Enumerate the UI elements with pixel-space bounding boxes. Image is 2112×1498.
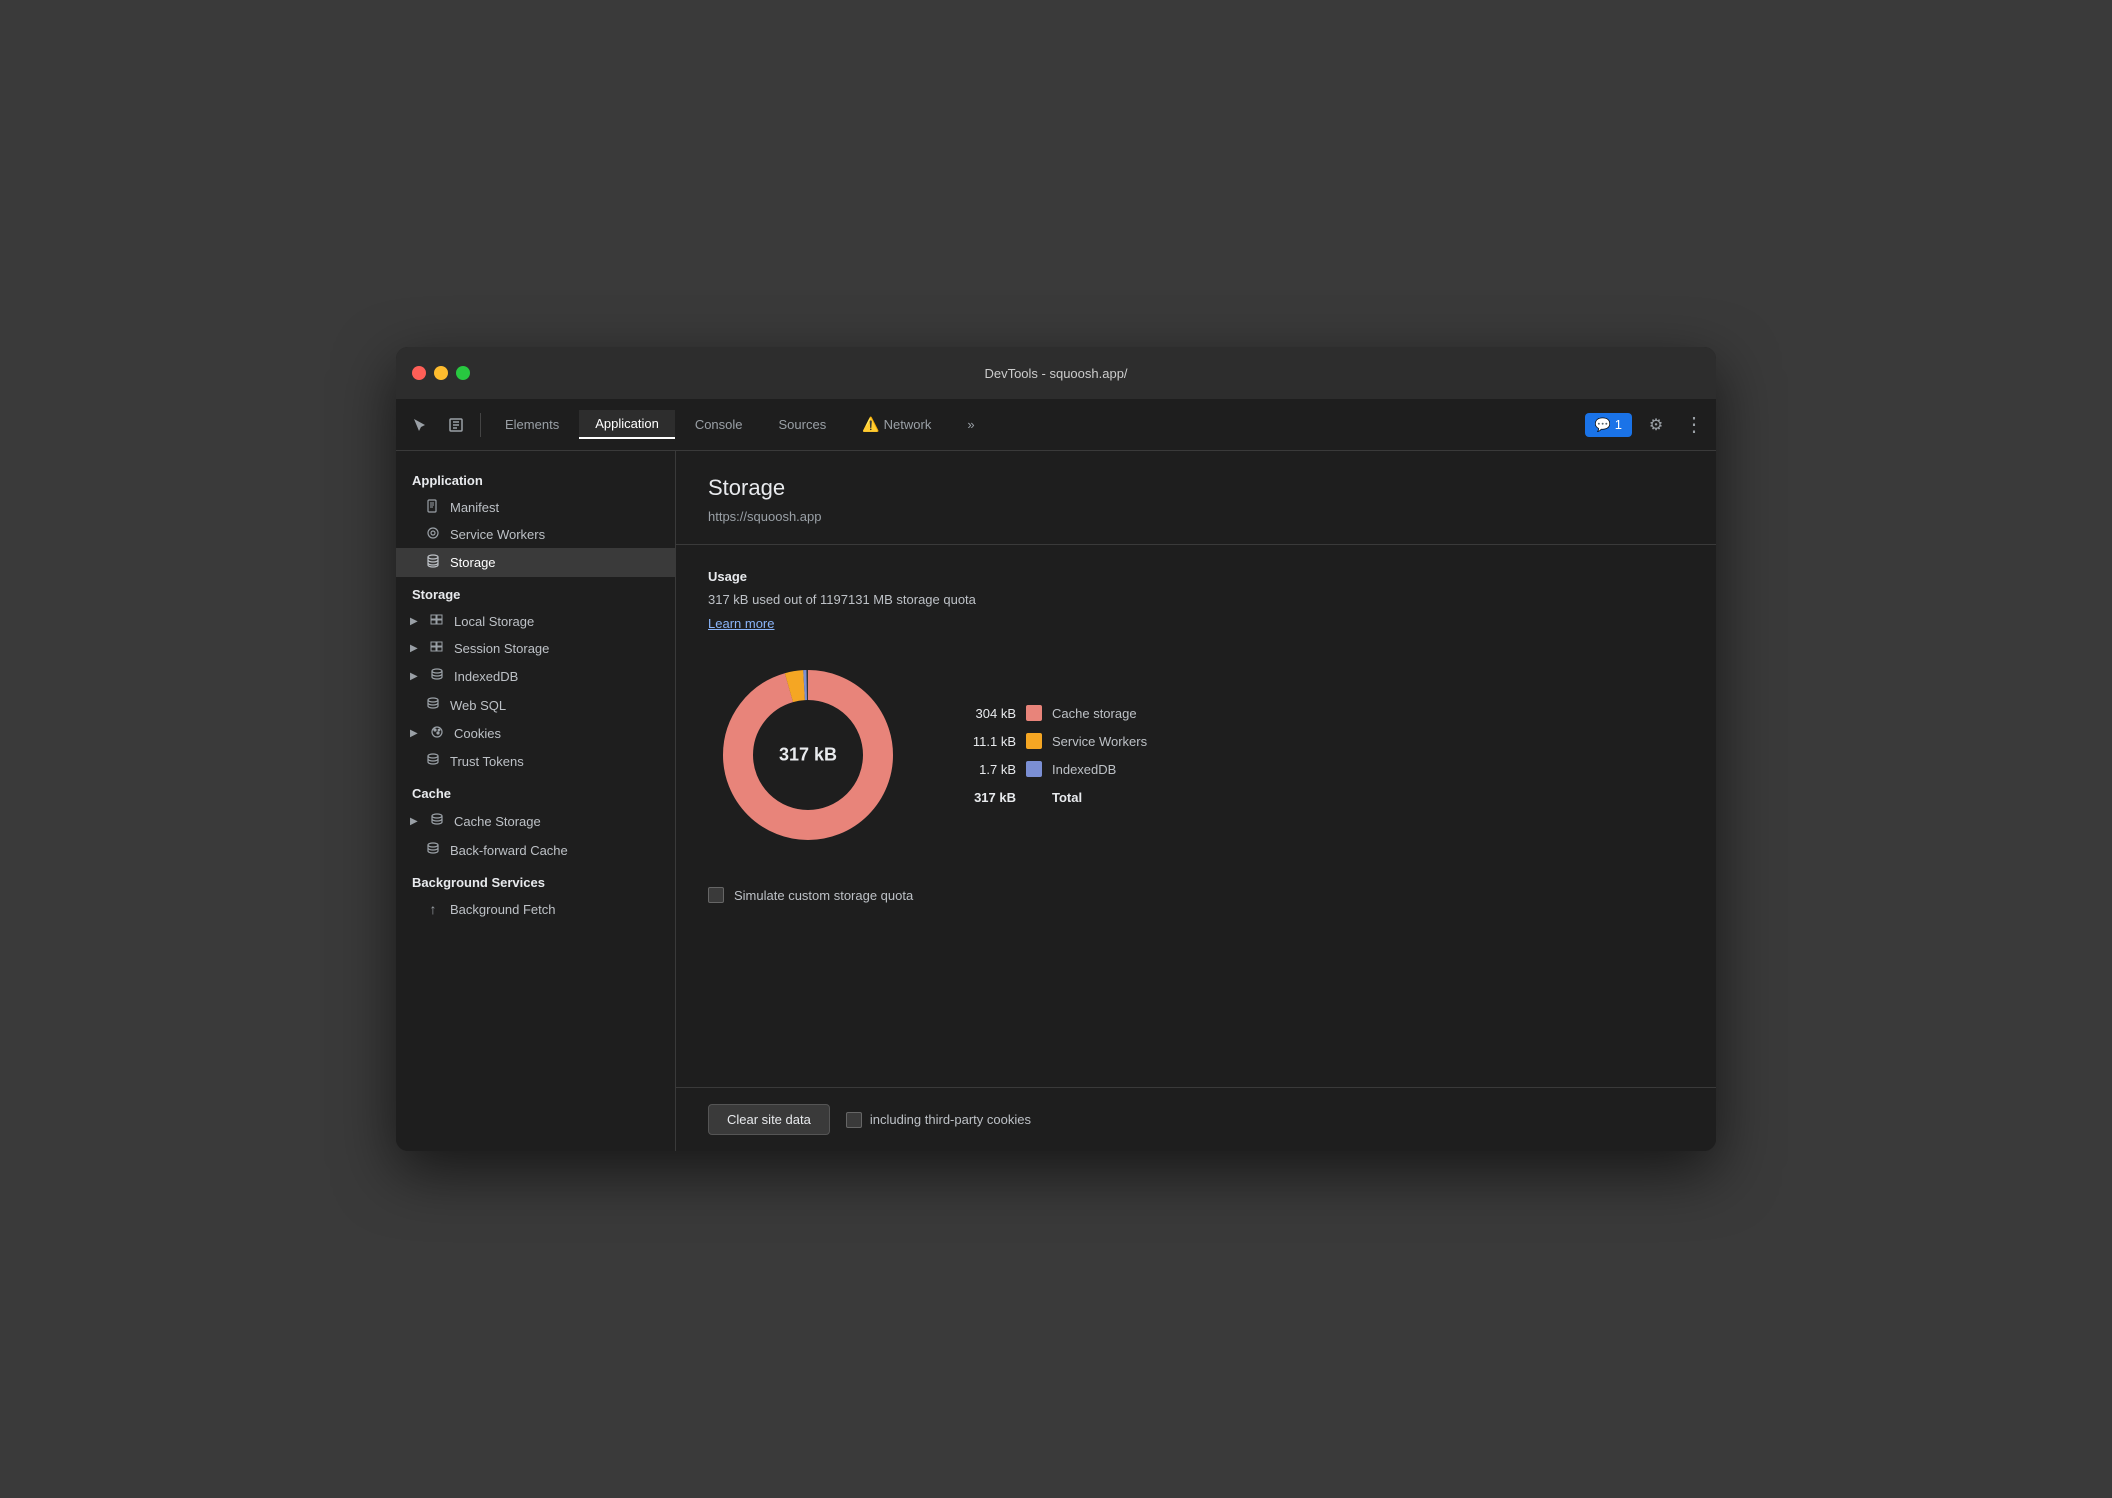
cursor-icon[interactable]	[404, 409, 436, 441]
page-url: https://squoosh.app	[708, 509, 1684, 524]
divider	[480, 413, 481, 437]
indexed-color	[1026, 761, 1042, 777]
session-storage-icon	[428, 640, 446, 657]
total-spacer	[1026, 789, 1042, 805]
usage-text: 317 kB used out of 1197131 MB storage qu…	[708, 592, 1684, 607]
arrow-icon: ▶	[410, 671, 420, 682]
content-footer: Clear site data including third-party co…	[676, 1087, 1716, 1151]
arrow-icon: ▶	[410, 728, 420, 739]
third-party-checkbox[interactable]	[846, 1112, 862, 1128]
third-party-label: including third-party cookies	[870, 1112, 1031, 1127]
cache-label: Cache storage	[1052, 706, 1137, 721]
content-area: Storage https://squoosh.app Usage 317 kB…	[676, 451, 1716, 1151]
indexed-value: 1.7 kB	[956, 762, 1016, 777]
sidebar-item-trust-tokens[interactable]: Trust Tokens	[396, 747, 675, 776]
donut-center-label: 317 kB	[779, 745, 837, 766]
sidebar-section-background-services: Background Services	[396, 865, 675, 896]
main-layout: Application Manifest Service Workers Sto…	[396, 451, 1716, 1151]
background-fetch-icon: ↑	[424, 901, 442, 917]
simulate-quota-label: Simulate custom storage quota	[734, 888, 913, 903]
legend-item-cache: 304 kB Cache storage	[956, 705, 1147, 721]
sidebar-item-session-storage[interactable]: ▶ Session Storage	[396, 635, 675, 662]
sw-label: Service Workers	[1052, 734, 1147, 749]
chart-legend: 304 kB Cache storage 11.1 kB Service Wor…	[956, 705, 1147, 805]
tab-sources[interactable]: Sources	[763, 411, 843, 438]
tab-network[interactable]: ⚠️ Network	[846, 410, 947, 439]
manifest-icon	[424, 499, 442, 516]
chart-area: 317 kB 304 kB Cache storage 11.1 kB Serv…	[708, 655, 1684, 855]
third-party-checkbox-area: including third-party cookies	[846, 1112, 1031, 1128]
indexeddb-icon	[428, 667, 446, 686]
inspect-icon[interactable]	[440, 409, 472, 441]
devtools-window: DevTools - squoosh.app/ Elements Applica…	[396, 347, 1716, 1151]
content-body: Usage 317 kB used out of 1197131 MB stor…	[676, 545, 1716, 1087]
sw-color	[1026, 733, 1042, 749]
close-button[interactable]	[412, 366, 426, 380]
chat-count: 1	[1615, 417, 1622, 432]
sidebar: Application Manifest Service Workers Sto…	[396, 451, 676, 1151]
tab-application[interactable]: Application	[579, 410, 675, 439]
sidebar-item-service-workers[interactable]: Service Workers	[396, 521, 675, 548]
arrow-icon: ▶	[410, 816, 420, 827]
sidebar-item-web-sql[interactable]: Web SQL	[396, 691, 675, 720]
donut-chart: 317 kB	[708, 655, 908, 855]
clear-site-data-button[interactable]: Clear site data	[708, 1104, 830, 1135]
arrow-icon: ▶	[410, 616, 420, 627]
content-header: Storage https://squoosh.app	[676, 451, 1716, 545]
sidebar-item-indexeddb[interactable]: ▶ IndexedDB	[396, 662, 675, 691]
window-controls	[412, 366, 470, 380]
sidebar-item-storage[interactable]: Storage	[396, 548, 675, 577]
legend-item-indexed: 1.7 kB IndexedDB	[956, 761, 1147, 777]
sidebar-item-background-fetch[interactable]: ↑ Background Fetch	[396, 896, 675, 922]
toolbar-right: 💬 1 ⚙ ⋮	[1585, 409, 1708, 441]
titlebar: DevTools - squoosh.app/	[396, 347, 1716, 399]
page-title: Storage	[708, 475, 1684, 501]
simulate-quota-checkbox[interactable]	[708, 887, 724, 903]
warning-icon: ⚠️	[862, 416, 879, 433]
settings-button[interactable]: ⚙	[1640, 409, 1672, 441]
cache-value: 304 kB	[956, 706, 1016, 721]
learn-more-link[interactable]: Learn more	[708, 616, 774, 631]
tab-elements[interactable]: Elements	[489, 411, 575, 438]
web-sql-icon	[424, 696, 442, 715]
cookies-icon	[428, 725, 446, 742]
sidebar-item-cookies[interactable]: ▶ Cookies	[396, 720, 675, 747]
tab-console[interactable]: Console	[679, 411, 759, 438]
minimize-button[interactable]	[434, 366, 448, 380]
sidebar-item-local-storage[interactable]: ▶ Local Storage	[396, 608, 675, 635]
more-button[interactable]: ⋮	[1680, 412, 1708, 437]
legend-item-total: 317 kB Total	[956, 789, 1147, 805]
indexed-label: IndexedDB	[1052, 762, 1116, 777]
sidebar-item-manifest[interactable]: Manifest	[396, 494, 675, 521]
maximize-button[interactable]	[456, 366, 470, 380]
total-label: Total	[1052, 790, 1082, 805]
arrow-icon: ▶	[410, 643, 420, 654]
cache-color	[1026, 705, 1042, 721]
toolbar: Elements Application Console Sources ⚠️ …	[396, 399, 1716, 451]
tab-more[interactable]: »	[951, 411, 990, 438]
cache-storage-icon	[428, 812, 446, 831]
trust-tokens-icon	[424, 752, 442, 771]
chat-icon: 💬	[1595, 417, 1611, 433]
service-workers-icon	[424, 526, 442, 543]
simulate-quota-area: Simulate custom storage quota	[708, 887, 1684, 903]
usage-title: Usage	[708, 569, 1684, 584]
total-value: 317 kB	[956, 790, 1016, 805]
sidebar-item-cache-storage[interactable]: ▶ Cache Storage	[396, 807, 675, 836]
legend-item-sw: 11.1 kB Service Workers	[956, 733, 1147, 749]
chat-button[interactable]: 💬 1	[1585, 413, 1632, 437]
sidebar-section-cache: Cache	[396, 776, 675, 807]
storage-icon	[424, 553, 442, 572]
local-storage-icon	[428, 613, 446, 630]
window-title: DevTools - squoosh.app/	[984, 366, 1127, 381]
sidebar-item-back-forward-cache[interactable]: Back-forward Cache	[396, 836, 675, 865]
back-forward-cache-icon	[424, 841, 442, 860]
sidebar-section-storage: Storage	[396, 577, 675, 608]
sw-value: 11.1 kB	[956, 734, 1016, 749]
sidebar-section-application: Application	[396, 463, 675, 494]
